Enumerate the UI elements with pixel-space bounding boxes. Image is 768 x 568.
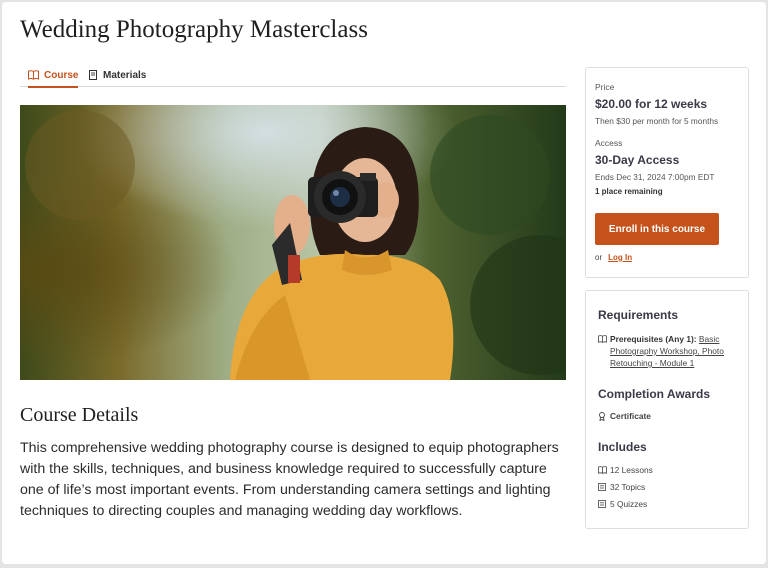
tab-bar: Course Materials — [20, 64, 566, 88]
access-label: Access — [595, 138, 623, 148]
includes-topics-label: 32 Topics — [610, 482, 646, 492]
course-description: This comprehensive wedding photography c… — [20, 440, 559, 519]
includes-item-topics: 32 Topics — [598, 482, 645, 492]
access-value: 30-Day Access — [595, 153, 680, 167]
includes-lessons-label: 12 Lessons — [610, 465, 653, 475]
award-item: Certificate — [598, 411, 651, 421]
list-icon — [598, 483, 610, 491]
requirements-heading: Requirements — [598, 308, 679, 322]
tab-course[interactable]: Course — [28, 64, 79, 88]
places-remaining: 1 place remaining — [595, 187, 663, 196]
book-icon — [598, 334, 610, 369]
login-line: or Log In — [595, 253, 632, 262]
award-label: Certificate — [610, 411, 651, 421]
price-note: Then $30 per month for 5 months — [595, 116, 719, 126]
login-link[interactable]: Log In — [608, 253, 632, 262]
course-details-heading: Course Details — [20, 404, 139, 426]
price-value: $20.00 for 12 weeks — [595, 97, 708, 111]
tab-materials[interactable]: Materials — [88, 64, 146, 86]
prerequisites-label: Prerequisites (Any 1): — [610, 334, 697, 344]
access-end-date: Ends Dec 31, 2024 7:00pm EDT — [595, 172, 715, 182]
book-icon — [28, 70, 39, 80]
completion-awards-heading: Completion Awards — [598, 387, 711, 401]
list-icon — [598, 500, 610, 508]
page-title: Wedding Photography Masterclass — [20, 16, 368, 43]
prerequisites-item: Prerequisites (Any 1): Basic Photography… — [598, 333, 738, 369]
includes-heading: Includes — [598, 440, 647, 454]
tab-course-label: Course — [44, 69, 79, 81]
includes-item-lessons: 12 Lessons — [598, 465, 653, 475]
includes-item-quizzes: 5 Quizzes — [598, 499, 647, 509]
tab-materials-label: Materials — [103, 69, 147, 81]
course-hero-image — [20, 105, 566, 380]
enroll-button[interactable]: Enroll in this course — [595, 213, 719, 245]
price-label: Price — [595, 82, 615, 92]
book-icon — [598, 466, 610, 474]
or-text: or — [595, 253, 603, 262]
course-info-card: Requirements Prerequisites (Any 1): Basi… — [585, 290, 749, 529]
award-icon — [598, 411, 610, 421]
document-icon — [89, 70, 97, 80]
course-page: Wedding Photography Masterclass Course M… — [2, 2, 766, 564]
includes-quizzes-label: 5 Quizzes — [610, 499, 648, 509]
pricing-card: Price $20.00 for 12 weeks Then $30 per m… — [585, 67, 749, 278]
